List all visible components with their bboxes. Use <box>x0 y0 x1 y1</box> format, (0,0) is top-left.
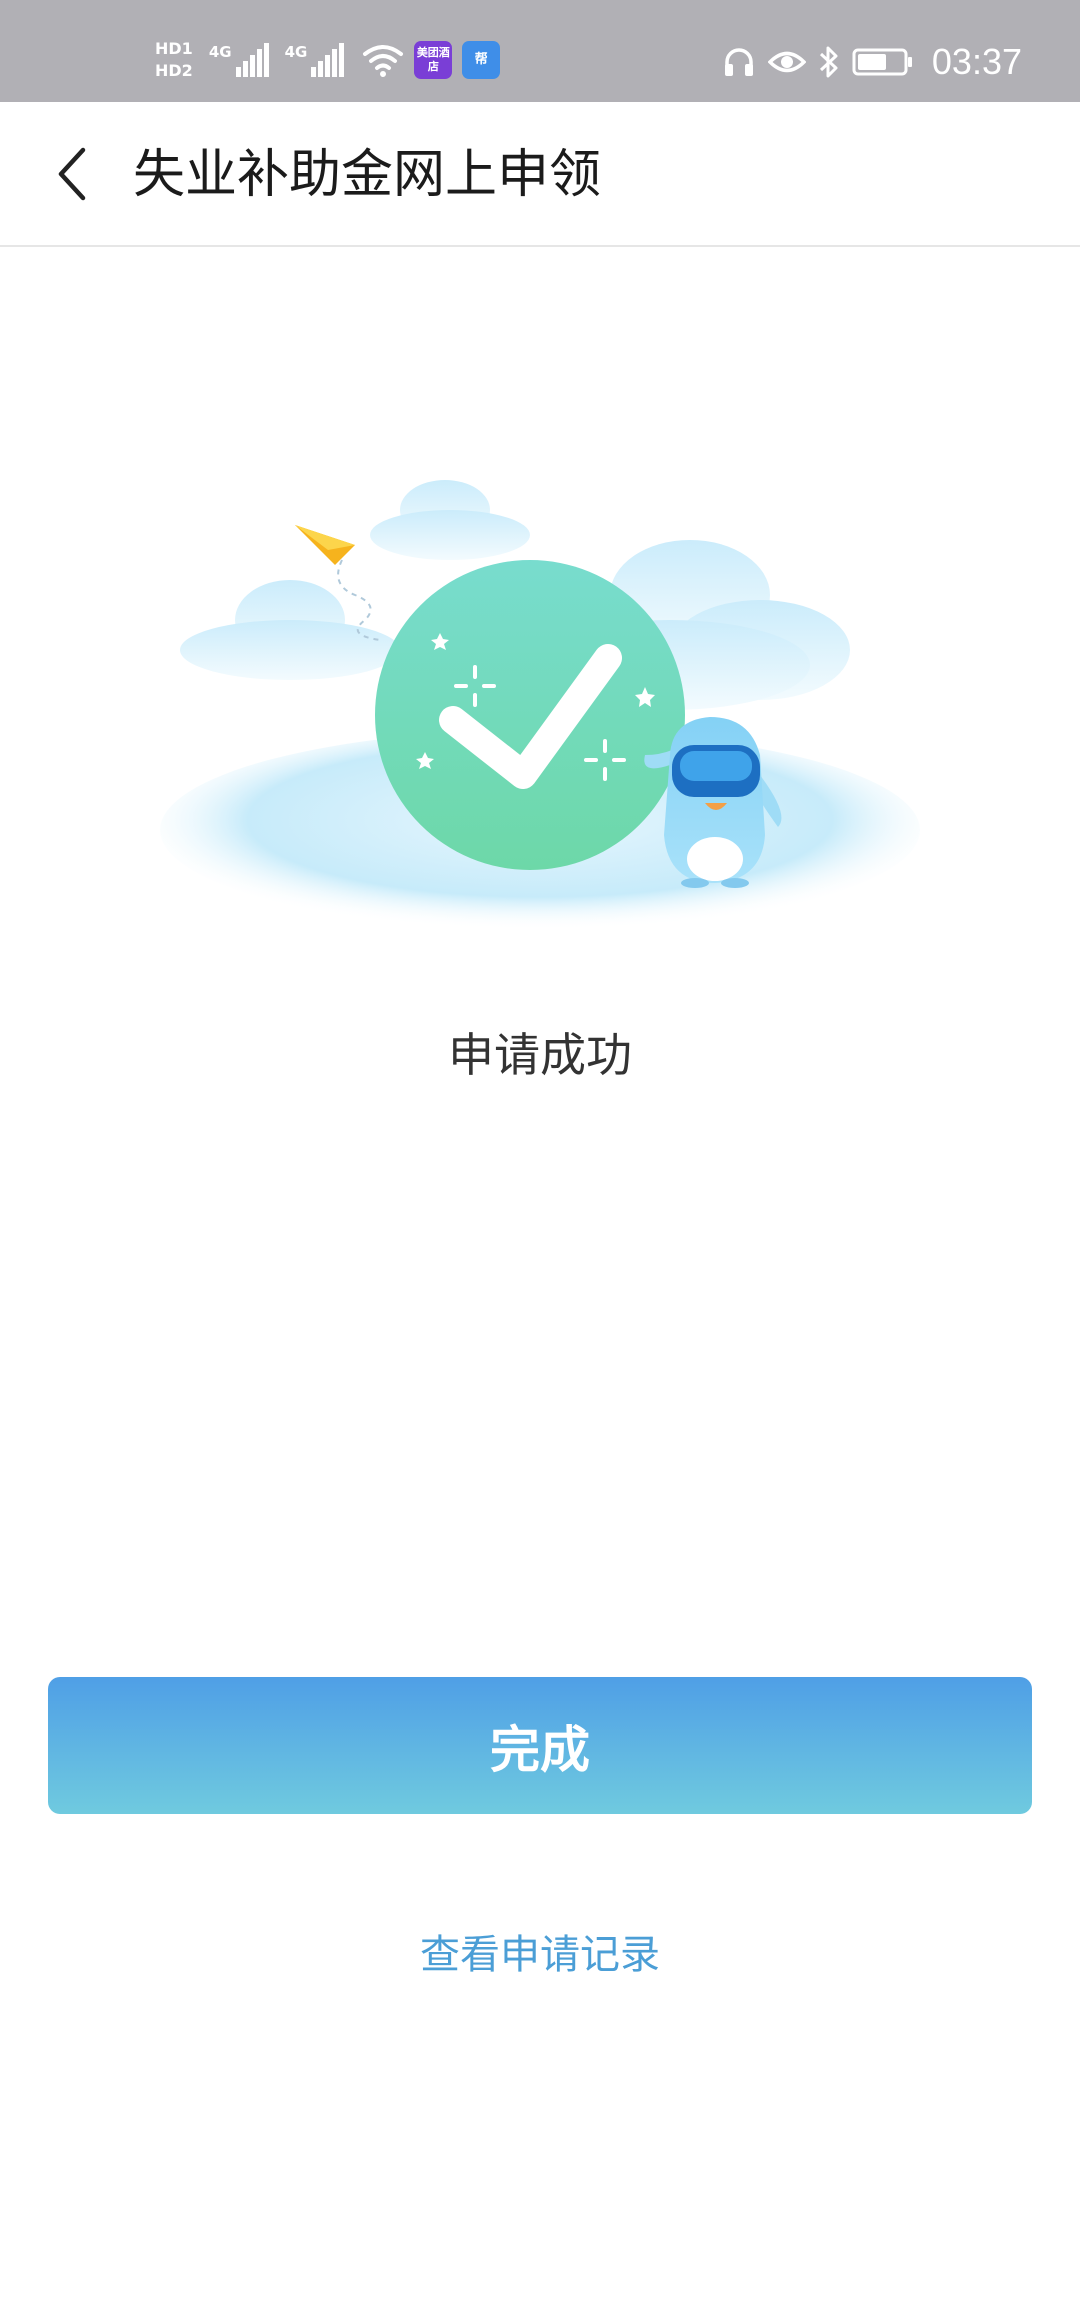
network-type-2: 4G <box>284 43 308 61</box>
battery-icon <box>852 47 914 77</box>
success-message: 申请成功 <box>448 1028 632 1082</box>
signal-icon-2: 4G <box>285 43 345 77</box>
status-time: 03:37 <box>931 41 1022 82</box>
chevron-left-icon <box>51 144 91 204</box>
wifi-icon <box>362 42 404 78</box>
headphones-icon <box>722 45 756 79</box>
signal-icon: 4G <box>209 43 269 77</box>
success-illustration <box>150 455 930 955</box>
status-left: HD1 HD2 4G 4G 美团酒店 帮 <box>155 30 501 90</box>
helper-app-icon: 帮 <box>462 41 501 79</box>
meituan-hotel-app-icon: 美团酒店 <box>414 41 453 79</box>
eye-icon <box>767 47 807 77</box>
bluetooth-icon <box>818 44 840 80</box>
network-type-1: 4G <box>208 43 232 61</box>
back-button[interactable] <box>36 136 106 212</box>
done-button[interactable]: 完成 <box>48 1677 1032 1814</box>
page-title: 失业补助金网上申领 <box>133 145 602 205</box>
hd-indicators: HD1 HD2 <box>155 40 193 80</box>
status-bar: HD1 HD2 4G 4G 美团酒店 帮 03:37 <box>0 0 1080 102</box>
nav-header: 失业补助金网上申领 <box>0 102 1080 247</box>
view-records-link[interactable]: 查看申请记录 <box>0 1920 1080 1990</box>
hd1-badge: HD1 <box>155 39 193 58</box>
hd2-badge: HD2 <box>155 61 193 80</box>
check-circle <box>375 560 685 870</box>
status-right: 03:37 <box>722 34 1022 90</box>
